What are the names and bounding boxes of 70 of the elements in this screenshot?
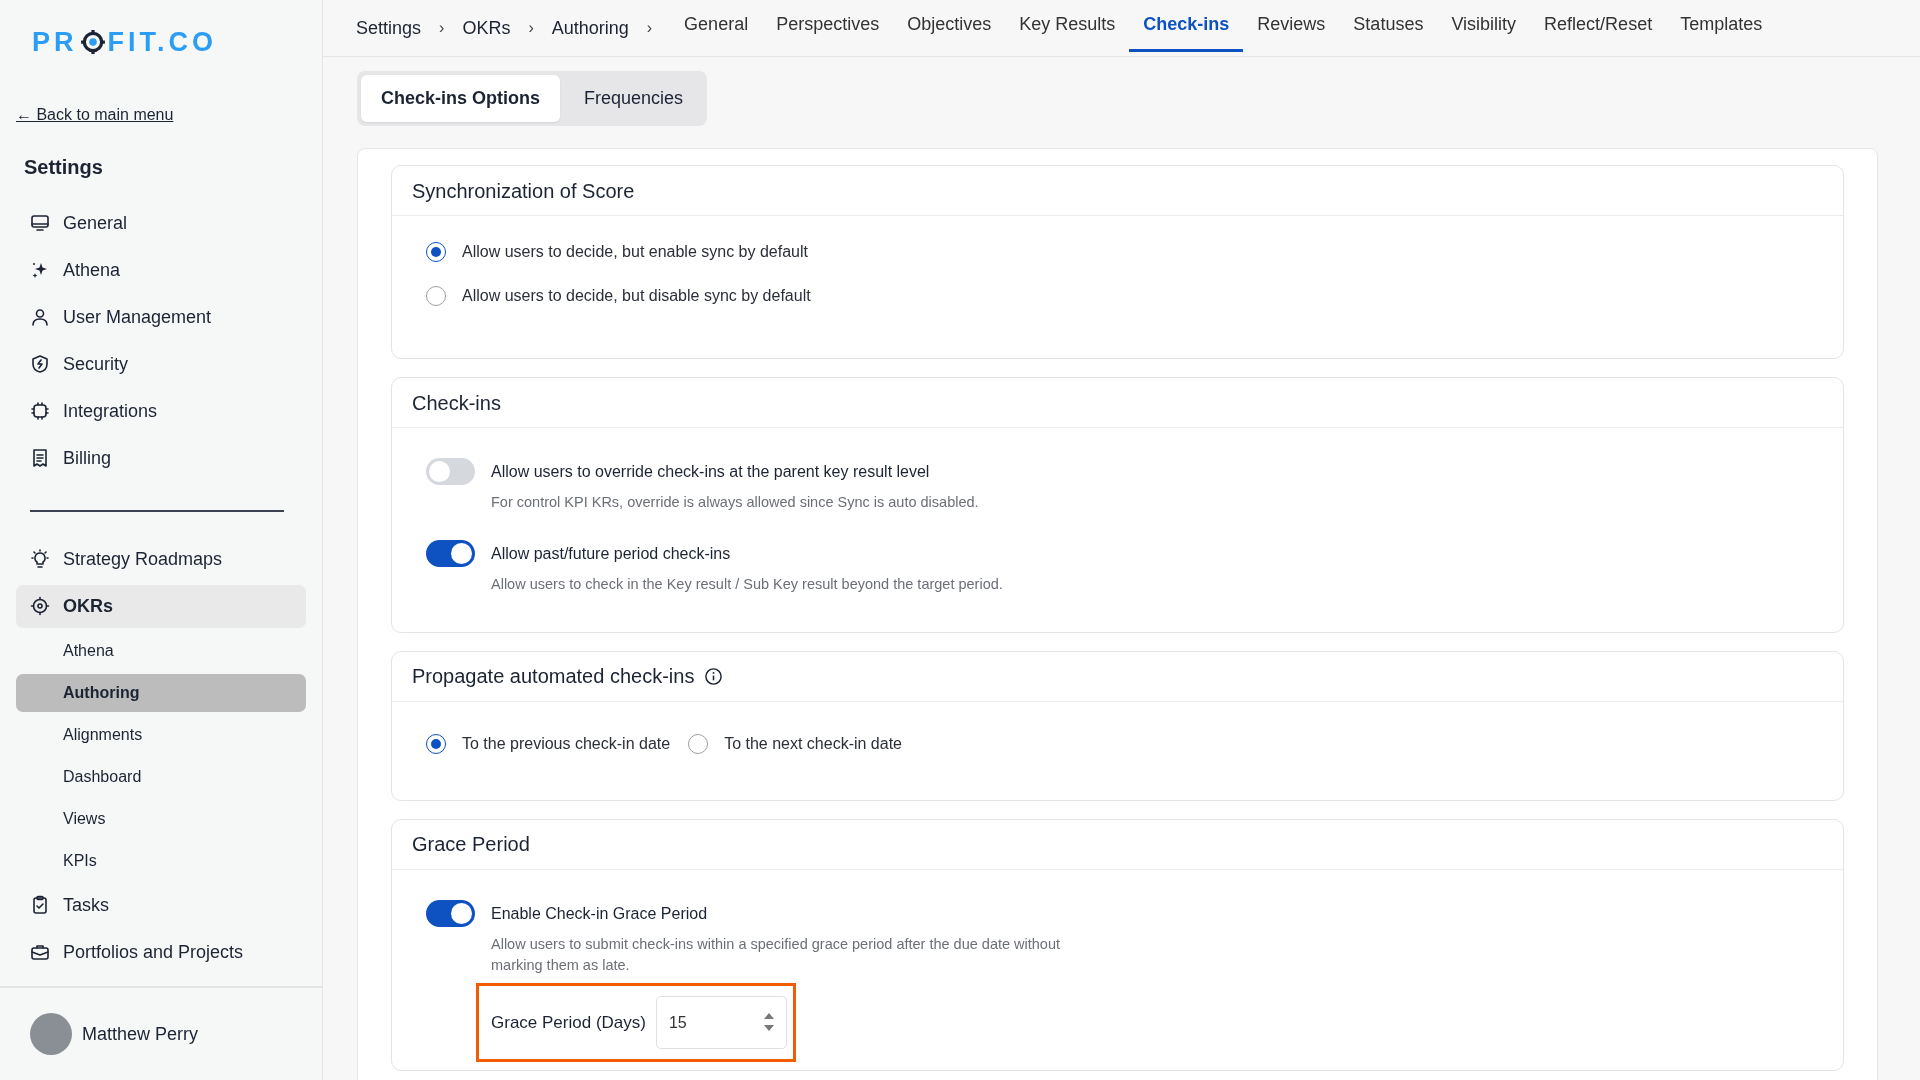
sidebar-subitem[interactable]: Alignments bbox=[16, 715, 306, 754]
briefcase-icon bbox=[30, 942, 50, 962]
toggle-description: Allow users to check in the Key result / Sub Key result beyond the target period. bbox=[491, 574, 1003, 594]
tab[interactable]: Reviews bbox=[1243, 0, 1340, 52]
sidebar-subitem[interactable]: Views bbox=[16, 799, 306, 838]
radio-label: To the previous check-in date bbox=[462, 733, 671, 754]
subtab[interactable]: Frequencies bbox=[564, 75, 704, 122]
card-title: Synchronization of Score bbox=[412, 178, 635, 204]
card-title: Propagate automated check-ins bbox=[412, 664, 695, 689]
sidebar-item[interactable]: Tasks bbox=[16, 883, 306, 927]
toggle-description: Allow users to submit check-ins within a specified grace period after the due date without marking them as late. bbox=[491, 934, 1062, 976]
toggle-switch[interactable] bbox=[426, 899, 475, 927]
sidebar-subitem[interactable]: Athena bbox=[16, 631, 306, 670]
back-link[interactable]: ← Back to main menu bbox=[16, 102, 174, 127]
monitor-icon bbox=[30, 213, 50, 233]
target-icon bbox=[79, 29, 106, 56]
shield-icon bbox=[30, 354, 50, 374]
toggle-switch[interactable] bbox=[426, 539, 475, 567]
user-name: Matthew Perry bbox=[82, 1022, 199, 1046]
radio-label: Allow users to decide, but disable sync by default bbox=[462, 286, 811, 306]
sidebar-item[interactable]: Strategy Roadmaps bbox=[16, 537, 306, 581]
tab[interactable]: Objectives bbox=[893, 0, 1006, 52]
radio-label: Allow users to decide, but enable sync by default bbox=[462, 242, 808, 262]
breadcrumb-link[interactable]: Settings bbox=[356, 0, 422, 56]
sidebar-item[interactable]: General bbox=[16, 201, 306, 245]
breadcrumb-link[interactable]: Authoring bbox=[551, 0, 629, 56]
chip-icon bbox=[30, 401, 50, 421]
tab[interactable]: General bbox=[670, 0, 763, 52]
toggle-label: Allow users to override check-ins at the parent key result level bbox=[491, 462, 931, 482]
spinner-icon bbox=[762, 1012, 775, 1032]
tab[interactable]: Perspectives bbox=[762, 0, 894, 52]
breadcrumb-link[interactable]: OKRs bbox=[462, 0, 511, 56]
sidebar-item[interactable]: Security bbox=[16, 342, 306, 386]
breadcrumb-separator: › bbox=[439, 18, 445, 38]
toggle-label: Enable Check-in Grace Period bbox=[491, 903, 709, 924]
toggle-switch[interactable] bbox=[426, 458, 475, 485]
target-icon bbox=[30, 596, 50, 616]
field-label: Grace Period (Days) bbox=[491, 1011, 646, 1034]
sidebar-item[interactable]: Billing bbox=[16, 436, 306, 480]
tab[interactable]: Statuses bbox=[1339, 0, 1438, 52]
tab[interactable]: Reflect/Reset bbox=[1530, 0, 1667, 52]
sidebar-item[interactable]: Athena bbox=[16, 248, 306, 292]
subtab[interactable]: Check-ins Options bbox=[361, 75, 561, 122]
sidebar-subitem[interactable]: Authoring bbox=[16, 673, 306, 712]
lightbulb-icon bbox=[30, 549, 50, 569]
logo-text: PR bbox=[32, 26, 78, 59]
sidebar-subitem[interactable]: Dashboard bbox=[16, 757, 306, 796]
sidebar-item[interactable]: User Management bbox=[16, 295, 306, 339]
receipt-icon bbox=[30, 448, 50, 468]
tab[interactable]: Key Results bbox=[1005, 0, 1130, 52]
card-title: Check-ins bbox=[412, 390, 501, 416]
tab[interactable]: Visibility bbox=[1437, 0, 1531, 52]
radio-label: To the next check-in date bbox=[724, 733, 902, 754]
sidebar-title: Settings bbox=[24, 154, 104, 180]
user-icon bbox=[30, 307, 50, 327]
clipboard-check-icon bbox=[30, 895, 50, 915]
breadcrumb-separator: › bbox=[528, 18, 534, 38]
avatar bbox=[30, 1013, 72, 1055]
sidebar-item[interactable]: Integrations bbox=[16, 389, 306, 433]
logo-text: FIT.CO bbox=[107, 26, 217, 59]
toggle-label: Allow past/future period check-ins bbox=[491, 543, 732, 564]
breadcrumb-separator: › bbox=[646, 18, 653, 38]
sidebar-item[interactable]: OKRs bbox=[16, 584, 306, 628]
card-title: Grace Period bbox=[412, 832, 530, 857]
tab[interactable]: Check-ins bbox=[1129, 0, 1244, 52]
tab[interactable]: Templates bbox=[1666, 0, 1777, 52]
sidebar-subitem[interactable]: KPIs bbox=[16, 841, 306, 880]
toggle-description: For control KPI KRs, override is always allowed since Sync is auto disabled. bbox=[491, 493, 979, 512]
number-field[interactable]: 15 bbox=[655, 996, 787, 1049]
sidebar-item[interactable]: Portfolios and Projects bbox=[16, 930, 306, 974]
